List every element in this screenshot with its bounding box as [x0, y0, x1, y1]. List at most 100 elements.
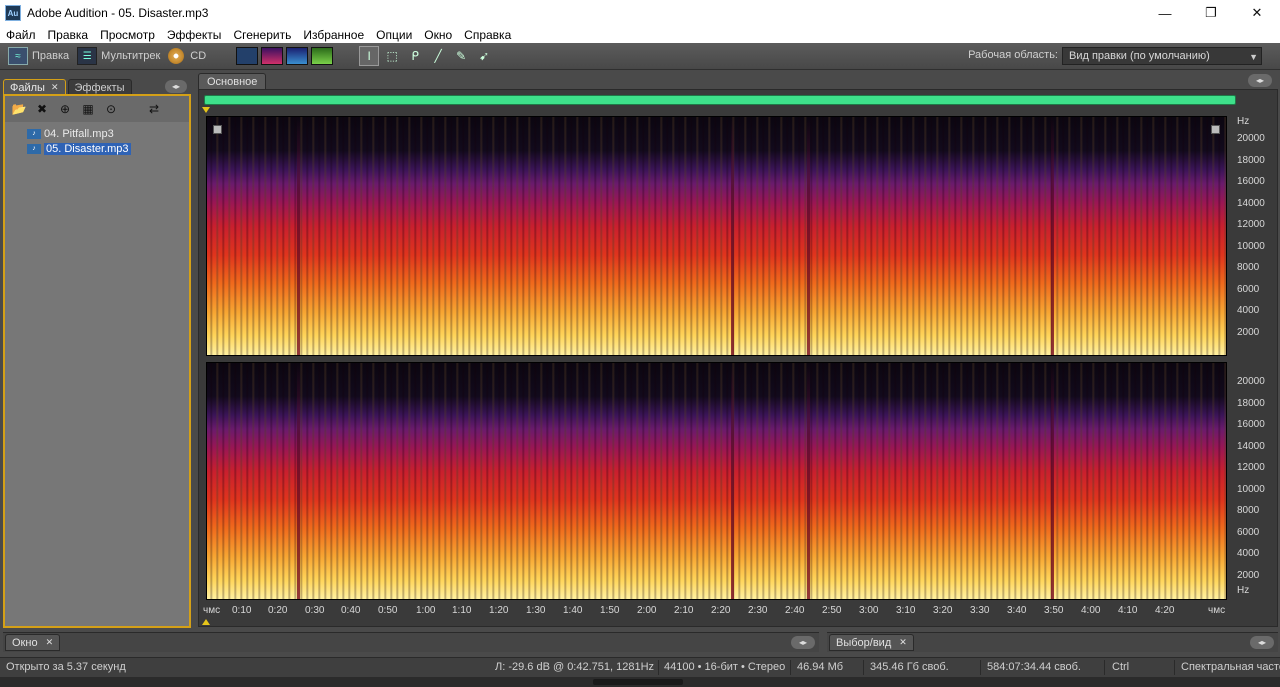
time-tick-label: 3:40 — [1007, 605, 1027, 616]
close-file-icon[interactable]: ✖ — [34, 101, 50, 117]
edit-file-icon[interactable]: ⊙ — [103, 101, 119, 117]
spectral-streak — [807, 363, 810, 599]
insert-cd-list-icon[interactable]: ▦ — [80, 101, 96, 117]
time-tick-label: 2:20 — [711, 605, 731, 616]
minimize-button[interactable]: — — [1142, 0, 1188, 26]
tab-window[interactable]: Окно ✕ — [5, 634, 61, 651]
import-file-icon[interactable]: 📂 — [11, 101, 27, 117]
tab-files-label: Файлы — [10, 81, 45, 94]
spectral-streak — [1051, 117, 1054, 355]
spectral-display — [207, 117, 1226, 355]
hz-tick-label: 2000 — [1237, 327, 1260, 338]
waveform-display-icon[interactable] — [236, 47, 259, 65]
edit-view-button[interactable]: ≈ Правка — [8, 47, 69, 65]
menu-window[interactable]: Окно — [418, 28, 458, 42]
menu-options[interactable]: Опции — [370, 28, 418, 42]
menu-edit[interactable]: Правка — [42, 28, 95, 42]
window-title: Adobe Audition - 05. Disaster.mp3 — [27, 6, 209, 20]
hz-unit-label: Hz — [1237, 116, 1250, 127]
spot-healing-brush-icon[interactable]: ✎ — [451, 46, 471, 66]
tab-selection-view[interactable]: Выбор/вид ✕ — [829, 634, 914, 651]
hz-tick-label: 10000 — [1237, 241, 1265, 252]
file-name: 04. Pitfall.mp3 — [44, 127, 114, 140]
close-icon[interactable]: ✕ — [46, 637, 54, 648]
list-item[interactable]: ♪ 04. Pitfall.mp3 — [5, 126, 189, 141]
spectral-streak — [297, 363, 300, 599]
time-tick-label: 2:30 — [748, 605, 768, 616]
menu-file[interactable]: Файл — [0, 28, 42, 42]
playhead-marker-bottom[interactable] — [202, 619, 210, 625]
hz-tick-label: 10000 — [1237, 484, 1265, 495]
menu-generate[interactable]: Сгенерить — [227, 28, 297, 42]
menu-bar: Файл Правка Просмотр Эффекты Сгенерить И… — [0, 26, 1280, 43]
time-tick-label: 4:20 — [1155, 605, 1175, 616]
tab-main-label: Основное — [207, 76, 258, 88]
spectral-pan-icon[interactable] — [286, 47, 309, 65]
hybrid-tool-icon[interactable]: ➹ — [474, 46, 494, 66]
audio-file-icon: ♪ — [27, 128, 41, 139]
spectral-phase-icon[interactable] — [311, 47, 334, 65]
maximize-button[interactable]: ❐ — [1188, 0, 1234, 26]
chevron-down-icon: ▼ — [1249, 52, 1258, 62]
tab-selection-view-label: Выбор/вид — [836, 636, 892, 649]
spectrogram-left-channel[interactable] — [206, 116, 1227, 356]
list-item[interactable]: ♪ 05. Disaster.mp3 — [5, 141, 189, 156]
hz-tick-label: 18000 — [1237, 398, 1265, 409]
status-free-space: 345.46 Гб своб. — [870, 661, 949, 673]
multitrack-view-button[interactable]: ☰ Мультитрек — [77, 47, 160, 65]
time-selection-tool-icon[interactable]: I — [359, 46, 380, 66]
waveform-edit-icon: ≈ — [8, 47, 28, 65]
workspace-value: Вид правки (по умолчанию) — [1069, 50, 1210, 62]
hz-tick-label: 16000 — [1237, 419, 1265, 430]
effects-paintbrush-icon[interactable]: ╱ — [428, 46, 448, 66]
menu-favorites[interactable]: Избранное — [297, 28, 370, 42]
panel-menu-button[interactable]: ◂▸ — [791, 636, 815, 649]
time-tick-label: 2:10 — [674, 605, 694, 616]
tab-main[interactable]: Основное — [198, 73, 267, 90]
hz-tick-label: 20000 — [1237, 376, 1265, 387]
time-tick-label: 4:10 — [1118, 605, 1138, 616]
menu-effects[interactable]: Эффекты — [161, 28, 228, 42]
insert-multitrack-icon[interactable]: ⊕ — [57, 101, 73, 117]
status-divider — [980, 660, 981, 675]
tab-window-label: Окно — [12, 636, 38, 649]
panel-menu-button[interactable]: ◂▸ — [1250, 636, 1274, 649]
marquee-tool-icon[interactable]: ⬚ — [382, 46, 402, 66]
multitrack-icon: ☰ — [77, 47, 98, 65]
panel-menu-button[interactable]: ◂▸ — [165, 80, 187, 93]
hz-tick-label: 4000 — [1237, 305, 1260, 316]
close-icon[interactable]: ✕ — [899, 637, 907, 648]
spectrogram-right-channel[interactable] — [206, 362, 1227, 600]
status-divider — [658, 660, 659, 675]
hz-tick-label: 8000 — [1237, 505, 1260, 516]
tab-effects-label: Эффекты — [74, 81, 125, 94]
zoom-handle-icon[interactable] — [1211, 125, 1220, 134]
time-ruler[interactable]: чмс 0:10 0:20 0:30 0:40 0:50 1:00 1:10 1… — [203, 602, 1227, 620]
close-button[interactable]: ✕ — [1234, 0, 1280, 26]
time-tick-label: 0:50 — [378, 605, 398, 616]
workspace-select[interactable]: Вид правки (по умолчанию) ▼ — [1062, 47, 1262, 65]
tab-files[interactable]: Файлы ✕ — [3, 79, 66, 95]
cd-view-label: CD — [190, 50, 207, 62]
zoom-handle-icon[interactable] — [213, 125, 222, 134]
hz-tick-label: 18000 — [1237, 155, 1265, 166]
panel-menu-button[interactable]: ◂▸ — [1248, 74, 1272, 87]
hz-tick-label: 20000 — [1237, 133, 1265, 144]
close-icon[interactable]: ✕ — [51, 82, 59, 93]
lasso-tool-icon[interactable]: ᑭ — [405, 46, 425, 66]
spectral-streak — [1051, 363, 1054, 599]
cd-view-button[interactable]: CD — [168, 48, 206, 64]
scroll-thumb[interactable] — [593, 679, 683, 685]
time-tick-label: 3:00 — [859, 605, 879, 616]
playhead-marker-top[interactable] — [202, 107, 210, 113]
status-divider — [863, 660, 864, 675]
menu-help[interactable]: Справка — [458, 28, 517, 42]
sort-options-icon[interactable]: ⇄ — [146, 101, 162, 117]
overview-bar[interactable] — [204, 95, 1236, 105]
time-tick-label: 0:40 — [341, 605, 361, 616]
tab-effects[interactable]: Эффекты — [67, 79, 132, 95]
spectral-frequency-icon[interactable] — [261, 47, 284, 65]
menu-view[interactable]: Просмотр — [94, 28, 161, 42]
hz-tick-label: 14000 — [1237, 441, 1265, 452]
status-audio-format: 44100 • 16-бит • Стерео — [664, 661, 786, 673]
